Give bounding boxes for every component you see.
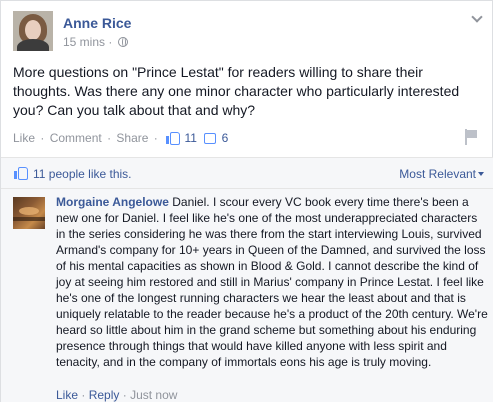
author-avatar[interactable] [13,11,53,51]
comment-bubble-icon[interactable] [204,133,217,144]
post-text: More questions on "Prince Lestat" for re… [13,64,460,118]
separator: · [153,131,158,145]
like-count[interactable]: 11 [184,131,196,145]
post-time[interactable]: 15 mins [63,35,105,49]
separator: · [40,131,45,145]
thumbs-up-icon[interactable] [166,132,181,145]
likes-summary: 11 people like this. Most Relevant [1,158,493,188]
commenter-avatar[interactable] [13,197,45,229]
post-header: Anne Rice 15 mins · [13,11,483,51]
meta-separator: · [108,35,113,49]
commenter-name[interactable]: Morgaine Angelowe [56,195,169,209]
comment-body: Morgaine Angelowe Daniel. I scour every … [56,194,488,370]
post-actions: Like · Comment · Share · 11 6 [13,131,228,145]
flag-icon[interactable] [464,129,478,145]
sort-label: Most Relevant [399,167,476,181]
share-button[interactable]: Share [116,131,148,145]
comment-count[interactable]: 6 [222,131,229,145]
comment-like-button[interactable]: Like [56,388,78,402]
comment-button[interactable]: Comment [50,131,102,145]
author-name[interactable]: Anne Rice [63,15,131,31]
comment-reply-button[interactable]: Reply [89,388,120,402]
post-meta: 15 mins · [63,35,128,49]
chevron-down-icon[interactable] [471,13,483,25]
separator: · [107,131,112,145]
likes-count-link[interactable]: 11 people like this. [33,167,132,181]
comment-time[interactable]: Just now [130,388,177,402]
separator: · [81,388,86,402]
sort-dropdown[interactable]: Most Relevant [399,167,484,181]
like-button[interactable]: Like [13,131,35,145]
comment: Morgaine Angelowe Daniel. I scour every … [1,188,493,402]
comment-actions: Like · Reply · Just now [56,388,177,402]
post-card: Anne Rice 15 mins · More questions on "P… [0,0,493,402]
globe-icon[interactable] [117,37,128,47]
caret-down-icon [478,172,484,176]
separator: · [122,388,127,402]
thumbs-up-icon [14,167,28,180]
comment-text: Daniel. I scour every VC book every time… [56,195,488,369]
